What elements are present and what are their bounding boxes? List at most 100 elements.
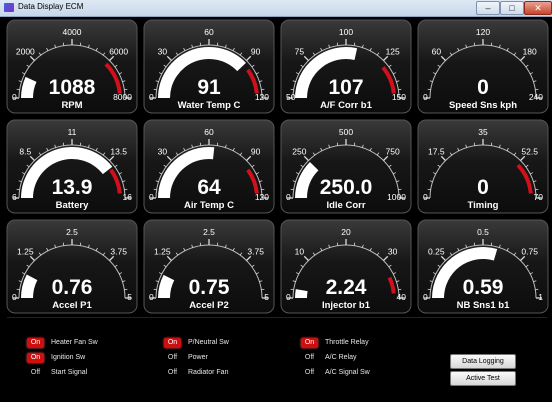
gauge-tick-label: 6000 [109,46,128,56]
active-test-button[interactable]: Active Test [450,371,516,386]
switch-label-power: Power [188,353,208,363]
gauge-tick-label: 1.25 [154,246,171,256]
gauge-tick-label: 0 [12,92,17,102]
switch-state-ac-signal: Off [301,368,318,378]
gauge-tick-label: 20 [341,227,351,237]
gauge-tick-label: 100 [339,27,353,37]
gauge-label: Water Temp C [178,100,241,111]
gauge-tick-label: 0 [423,292,428,302]
maximize-button[interactable]: □ [500,1,524,15]
gauge-tick-label: 17.5 [428,146,445,156]
gauge-tick-label: 50 [286,92,296,102]
gauge-air-temp-c: 0 30 60 90 120 64Air Temp C [144,120,274,213]
gauge-label: Accel P1 [52,300,92,311]
gauge-tick-label: 30 [158,146,168,156]
gauge-tick-label: 1 [538,292,543,302]
gauge-tick-label: 750 [386,146,400,156]
gauge-value: 2.24 [326,276,367,299]
gauge-tick-label: 3.75 [110,246,127,256]
switch-state-p-neutral: On [164,338,181,348]
gauge-tick-label: 0.75 [521,246,538,256]
switch-label-ac-signal: A/C Signal Sw [325,368,370,378]
status-panel: On Heater Fan Sw On Ignition Sw Off Star… [7,317,547,402]
close-button[interactable]: ✕ [524,1,552,15]
gauge-tick-label: 1000 [387,192,406,202]
gauge-tick-label: 90 [251,146,261,156]
gauge-tick-label: 52.5 [521,146,538,156]
gauge-tick-label: 3.75 [247,246,264,256]
gauge-tick-label: 0 [286,192,291,202]
switch-state-power: Off [164,353,181,363]
gauge-speed-sns-kph: 0601201802400Speed Sns kph [418,20,548,113]
gauge-battery: 68.51113.51613.9Battery [7,120,137,213]
gauge-label: RPM [61,100,82,111]
gauge-tick-label: 0 [423,192,428,202]
gauge-tick-label: 240 [529,92,543,102]
gauge-label: Speed Sns kph [449,100,517,111]
switch-state-ignition: On [27,353,44,363]
gauge-tick-label: 90 [251,46,261,56]
gauge-tick-label: 1.25 [17,246,34,256]
gauge-tick-label: 60 [204,127,214,137]
gauge-label: Air Temp C [184,200,234,211]
minimize-button[interactable]: – [476,1,500,15]
gauge-value: 107 [328,76,363,99]
gauge-tick-label: 60 [204,27,214,37]
gauge-tick-label: 120 [255,192,269,202]
gauge-a-f-corr-b1: 5075100125150107A/F Corr b1 [281,20,411,113]
gauge-tick-label: 10 [295,246,305,256]
gauge-tick-label: 30 [158,46,168,56]
gauge-tick-label: 35 [478,127,488,137]
switch-state-throttle-relay: On [301,338,318,348]
gauge-tick-label: 500 [339,127,353,137]
gauge-label: NB Sns1 b1 [457,300,511,311]
gauge-tick-label: 11 [68,127,77,137]
gauge-tick-label: 2000 [16,46,35,56]
gauge-tick-label: 13.5 [110,146,127,156]
switch-label-radiator-fan: Radiator Fan [188,368,228,378]
switch-state-ac-relay: Off [301,353,318,363]
gauge-label: Timing [468,200,499,211]
gauge-tick-label: 0 [149,192,154,202]
gauge-tick-label: 0.25 [428,246,445,256]
gauge-tick-label: 250 [292,146,306,156]
gauge-tick-label: 0.5 [477,227,489,237]
gauge-value: 13.9 [52,176,93,199]
switch-label-start-signal: Start Signal [51,368,87,378]
gauge-value: 91 [197,76,221,99]
dashboard-panel: 020004000600080001088RPM030609012091Wate… [3,17,549,397]
gauge-value: 0 [477,176,489,199]
gauge-label: Injector b1 [322,300,371,311]
gauge-value: 64 [197,176,221,199]
title-bar: Data Display ECM – □ ✕ [0,0,552,17]
app-icon [4,3,14,12]
gauge-value: 0.76 [52,276,93,299]
gauge-tick-label: 0 [149,292,154,302]
switch-state-start-signal: Off [27,368,44,378]
switch-label-ignition: Ignition Sw [51,353,85,363]
gauge-tick-label: 8000 [113,92,132,102]
gauge-tick-label: 0 [149,92,154,102]
switch-label-throttle-relay: Throttle Relay [325,338,369,348]
gauge-tick-label: 16 [123,192,133,202]
window-title: Data Display ECM [18,2,83,11]
gauge-tick-label: 125 [386,46,400,56]
gauge-nb-sns1-b1: 00.250.50.7510.59NB Sns1 b1 [418,220,548,313]
gauge-tick-label: 150 [392,92,406,102]
gauge-tick-label: 70 [534,192,544,202]
gauge-tick-label: 0 [12,292,17,302]
switch-state-heater-fan: On [27,338,44,348]
gauge-water-temp-c: 030609012091Water Temp C [144,20,274,113]
gauge-tick-label: 180 [523,46,537,56]
gauge-idle-corr: 02505007501000250.0Idle Corr [281,120,411,213]
gauge-tick-label: 0 [286,292,291,302]
gauge-tick-label: 5 [127,292,132,302]
gauge-tick-label: 120 [476,27,490,37]
gauge-tick-label: 40 [397,292,407,302]
data-logging-button[interactable]: Data Logging [450,354,516,369]
gauge-tick-label: 2.5 [66,227,78,237]
switch-label-heater-fan: Heater Fan Sw [51,338,98,348]
gauge-tick-label: 8.5 [19,146,31,156]
gauge-grid: 020004000600080001088RPM030609012091Wate… [3,17,549,317]
switch-label-p-neutral: P/Neutral Sw [188,338,229,348]
